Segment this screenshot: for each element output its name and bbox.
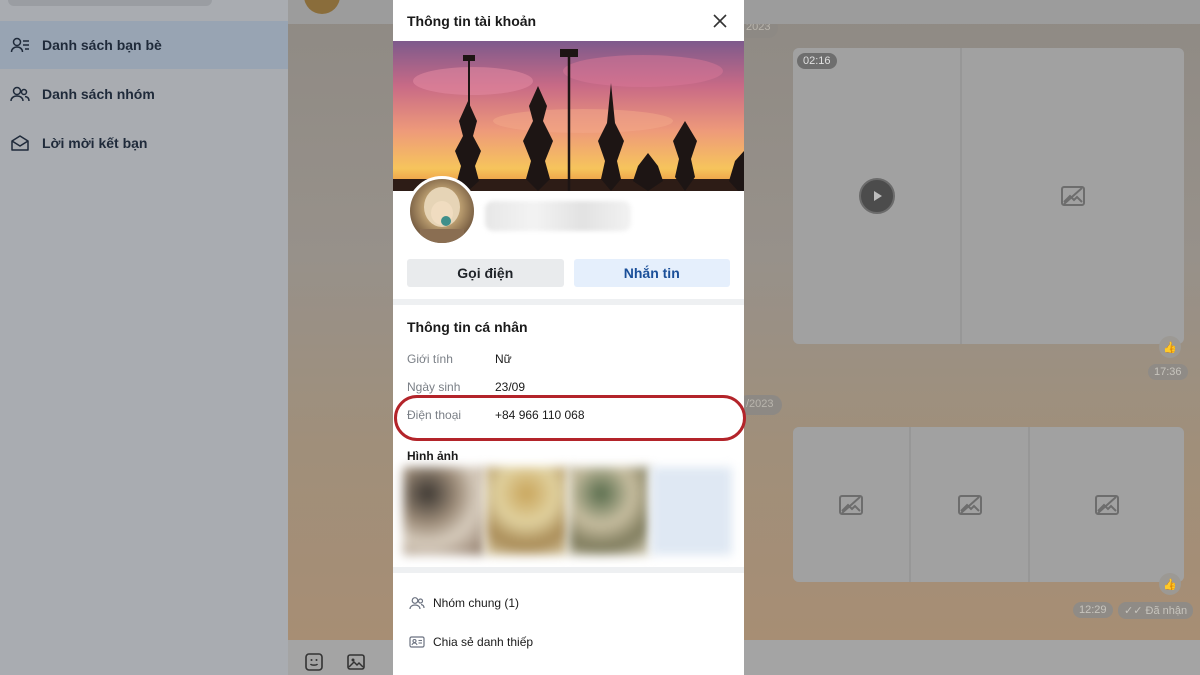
image-placeholder[interactable] xyxy=(962,48,1184,344)
phone-label: Điện thoại xyxy=(407,408,462,422)
image-icon xyxy=(1061,186,1085,206)
common-groups-label: Nhóm chung (1) xyxy=(433,595,520,610)
avatar[interactable] xyxy=(407,176,477,246)
dialog-header: Thông tin tài khoản xyxy=(393,0,744,41)
play-icon[interactable] xyxy=(858,178,895,214)
share-card-item[interactable]: Chia sẻ danh thiếp xyxy=(393,622,744,661)
birthday-value: 23/09 xyxy=(495,380,526,394)
photos-heading: Hình ảnh xyxy=(407,449,459,463)
user-list-icon xyxy=(10,37,29,53)
sticker-icon[interactable] xyxy=(304,652,324,672)
profile-name-blurred xyxy=(485,201,631,231)
sidebar-item-label: Lời mời kết bạn xyxy=(42,135,148,151)
media-message-2[interactable] xyxy=(793,427,1184,582)
cover-photo[interactable] xyxy=(393,41,744,191)
call-button[interactable]: Gọi điện xyxy=(407,259,564,287)
image-icon xyxy=(957,494,982,515)
date-pill: /2023 xyxy=(738,395,782,415)
common-groups-item[interactable]: Nhóm chung (1) xyxy=(393,583,744,622)
share-card-label: Chia sẻ danh thiếp xyxy=(433,634,534,649)
media-message-1[interactable]: 02:16 xyxy=(793,48,1184,344)
cover-image xyxy=(393,41,744,191)
group-icon xyxy=(10,86,30,102)
photo-thumbnail[interactable] xyxy=(485,467,567,555)
personal-info-heading: Thông tin cá nhân xyxy=(407,319,528,335)
sidebar: Danh sách bạn bè Danh sách nhóm Lời mời … xyxy=(0,0,288,675)
search-bar[interactable] xyxy=(8,0,212,6)
contact-card-icon xyxy=(409,635,425,648)
video-thumbnail[interactable] xyxy=(793,48,960,344)
birthday-label: Ngày sinh xyxy=(407,380,461,394)
close-button[interactable] xyxy=(710,11,730,31)
image-placeholder[interactable] xyxy=(793,427,909,582)
image-icon xyxy=(839,494,863,515)
section-divider xyxy=(393,567,744,573)
phone-row: Điện thoại +84 966 110 068 xyxy=(393,401,744,429)
image-icon xyxy=(1095,494,1119,515)
image-placeholder[interactable] xyxy=(911,427,1028,582)
sidebar-item-label: Danh sách bạn bè xyxy=(42,37,162,53)
message-time: 17:36 xyxy=(1148,364,1188,380)
gender-label: Giới tính xyxy=(407,352,453,366)
gender-value: Nữ xyxy=(495,352,512,366)
like-icon[interactable]: 👍 xyxy=(1159,336,1181,358)
group-icon xyxy=(409,596,425,609)
avatar[interactable] xyxy=(304,0,340,14)
avatar-image xyxy=(420,187,464,243)
message-time: 12:29 xyxy=(1073,602,1113,618)
photo-thumbnail[interactable] xyxy=(651,467,732,555)
birthday-row: Ngày sinh 23/09 xyxy=(393,373,744,401)
image-placeholder[interactable] xyxy=(1030,427,1184,582)
photo-thumbnail[interactable] xyxy=(403,467,484,555)
sidebar-item-invitations[interactable]: Lời mời kết bạn xyxy=(0,119,288,167)
sidebar-item-groups[interactable]: Danh sách nhóm xyxy=(0,70,288,118)
dialog-title: Thông tin tài khoản xyxy=(407,12,537,29)
message-button[interactable]: Nhắn tin xyxy=(573,259,730,287)
account-info-dialog: Thông tin tài khoản Gọi điện Nhắn tin Th… xyxy=(393,0,744,675)
envelope-icon xyxy=(11,135,29,151)
profile-actions: Gọi điện Nhắn tin xyxy=(393,259,744,299)
sidebar-item-label: Danh sách nhóm xyxy=(42,86,155,102)
profile-summary xyxy=(393,176,744,259)
like-icon[interactable]: 👍 xyxy=(1159,573,1181,595)
delivery-status-label: Đã nhận xyxy=(1145,605,1188,617)
photo-gallery xyxy=(403,467,732,555)
gender-row: Giới tính Nữ xyxy=(393,345,744,373)
close-icon xyxy=(713,13,727,28)
delivery-status: ✓✓ Đã nhận xyxy=(1118,602,1194,619)
image-icon[interactable] xyxy=(346,652,366,672)
video-duration: 02:16 xyxy=(797,53,837,69)
sidebar-item-friends[interactable]: Danh sách bạn bè xyxy=(0,21,288,69)
phone-value[interactable]: +84 966 110 068 xyxy=(495,408,585,422)
photo-thumbnail[interactable] xyxy=(568,467,650,555)
